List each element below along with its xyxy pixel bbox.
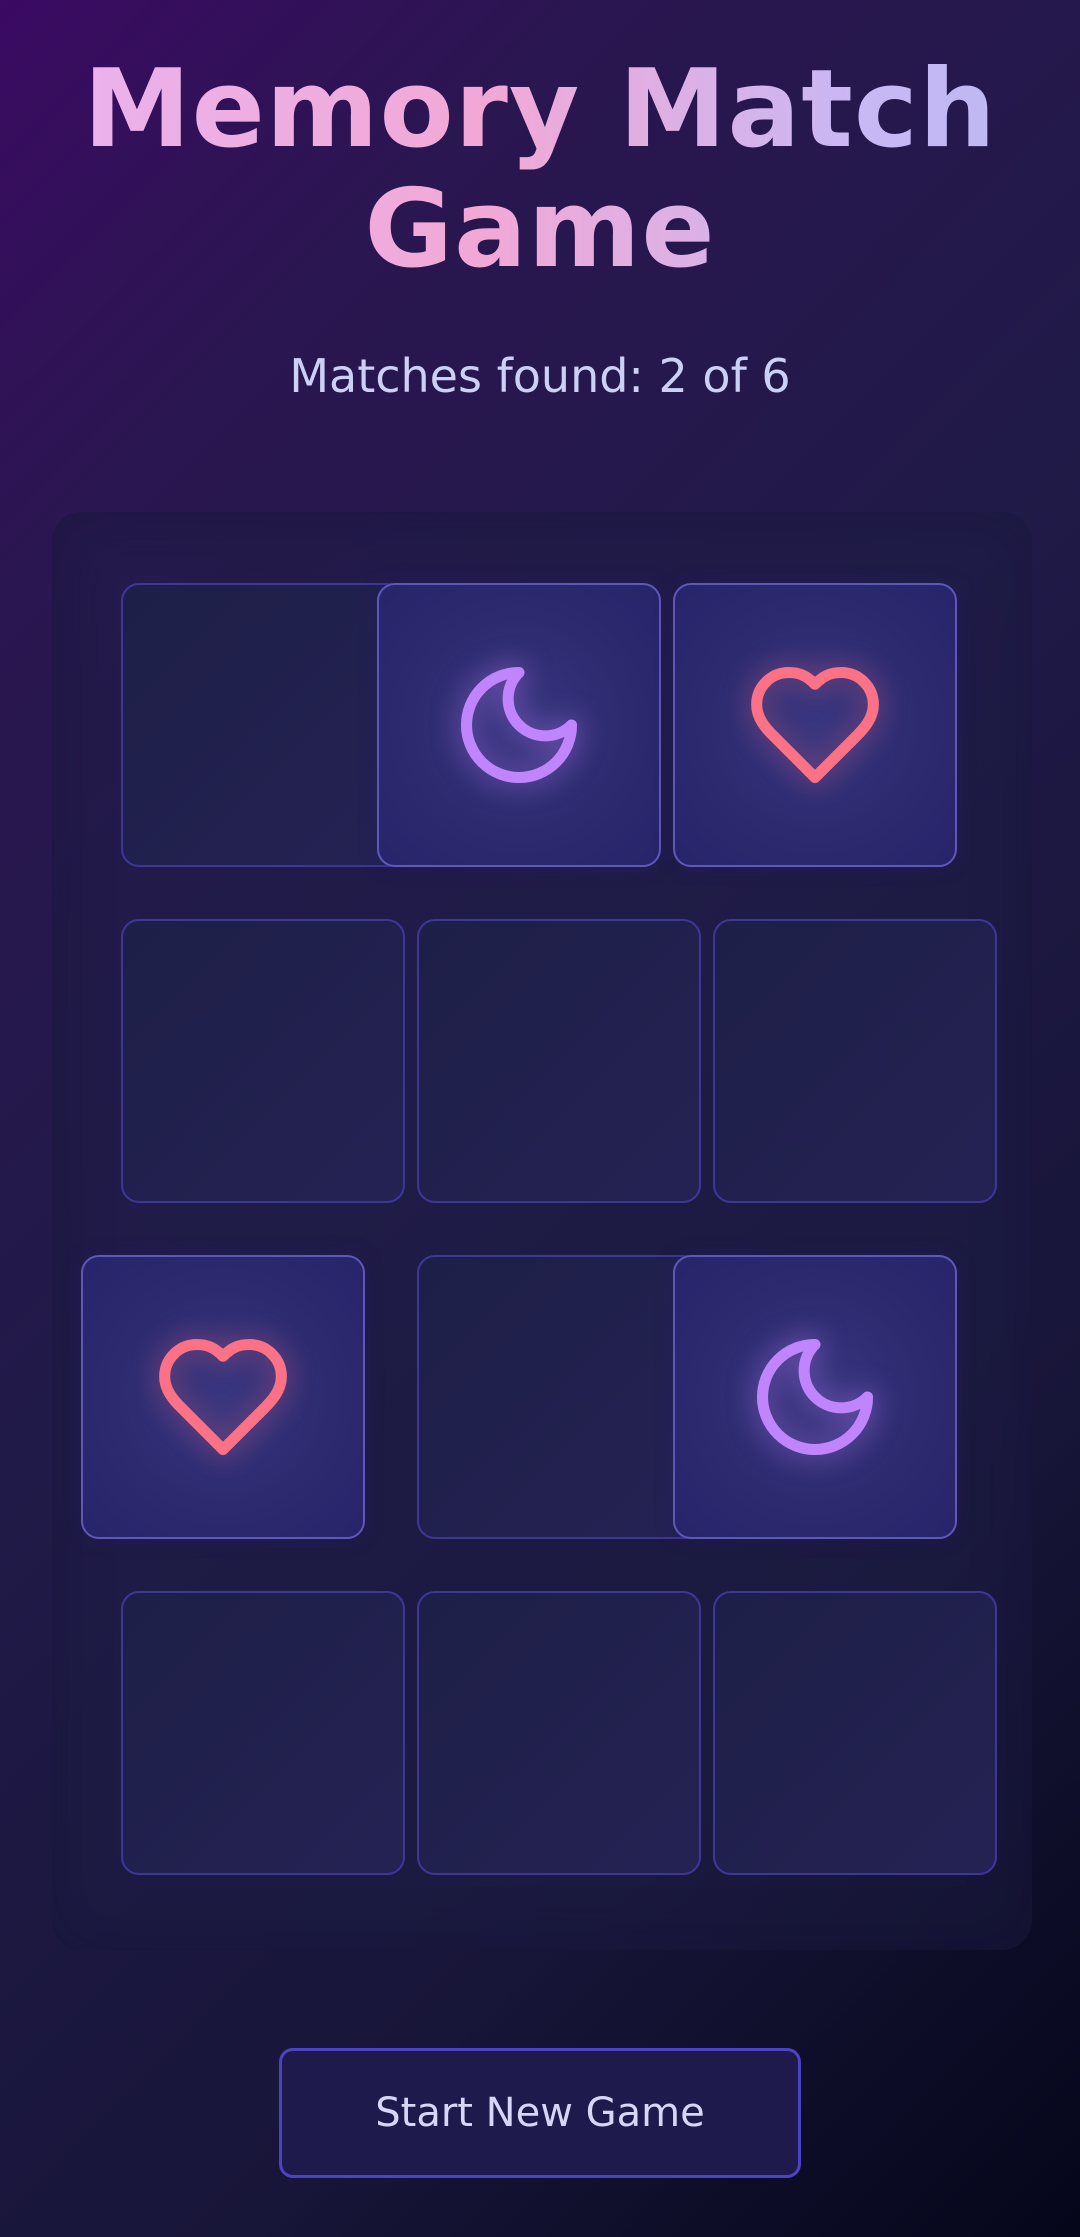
- card-2[interactable]: [377, 583, 661, 867]
- start-new-game-button[interactable]: Start New Game: [279, 2048, 801, 2178]
- card-8[interactable]: [417, 1255, 701, 1539]
- card-12[interactable]: [713, 1591, 997, 1875]
- card-4[interactable]: [121, 919, 405, 1203]
- card-10[interactable]: [121, 1591, 405, 1875]
- heart-icon: [153, 1327, 293, 1467]
- moon-icon: [449, 655, 589, 795]
- heart-icon: [745, 655, 885, 795]
- card-6[interactable]: [713, 919, 997, 1203]
- page-title: Memory Match Game: [0, 50, 1080, 290]
- card-11[interactable]: [417, 1591, 701, 1875]
- match-counter: Matches found: 2 of 6: [289, 349, 791, 403]
- card-7[interactable]: [81, 1255, 365, 1539]
- card-3[interactable]: [673, 583, 957, 867]
- card-5[interactable]: [417, 919, 701, 1203]
- moon-icon: [745, 1327, 885, 1467]
- card-9[interactable]: [673, 1255, 957, 1539]
- card-1[interactable]: [121, 583, 405, 867]
